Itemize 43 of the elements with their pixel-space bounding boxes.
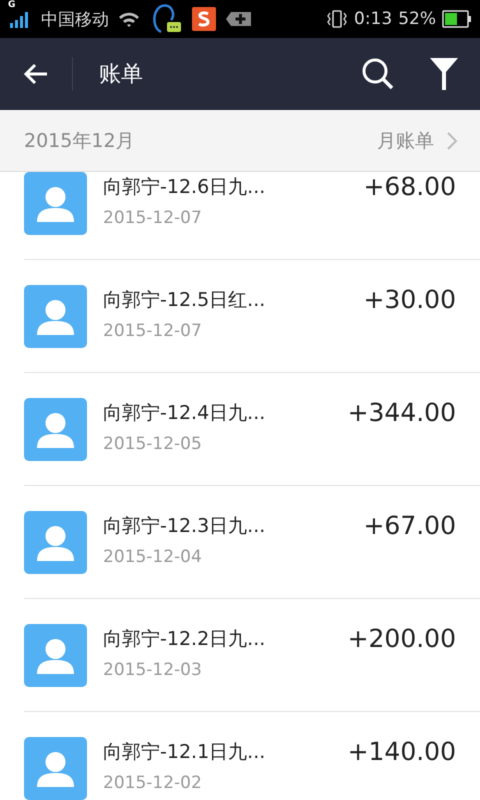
battery-percent: 52%: [398, 9, 436, 29]
bill-amount: +30.00: [363, 285, 456, 314]
back-arrow-icon: [23, 63, 49, 85]
bill-row[interactable]: 向郭宁-12.5日红... 2015-12-07 +30.00: [24, 260, 480, 373]
bill-amount: +68.00: [363, 172, 456, 201]
bill-title: 向郭宁-12.3日九...: [103, 514, 266, 539]
bill-amount: +67.00: [363, 511, 456, 540]
bill-title: 向郭宁-12.4日九...: [103, 401, 266, 426]
avatar-icon: [24, 398, 87, 461]
bill-row[interactable]: 向郭宁-12.6日九... 2015-12-07 +68.00: [24, 172, 480, 260]
bill-title: 向郭宁-12.1日九...: [103, 740, 266, 765]
bill-title: 向郭宁-12.5日红...: [103, 288, 266, 313]
month-label: 2015年12月: [24, 128, 135, 154]
vibrate-icon: [326, 9, 348, 29]
bill-date: 2015-12-07: [103, 208, 203, 228]
bill-date: 2015-12-05: [103, 434, 203, 454]
avatar-icon: [24, 624, 87, 687]
bill-title: 向郭宁-12.6日九...: [103, 175, 266, 200]
filter-icon: [430, 58, 458, 90]
clock-time: 0:13: [354, 9, 392, 29]
bill-date: 2015-12-07: [103, 321, 203, 341]
bill-date: 2015-12-04: [103, 547, 203, 567]
medical-plus-icon: [225, 10, 253, 28]
bill-date: 2015-12-02: [103, 773, 203, 793]
bill-title: 向郭宁-12.2日九...: [103, 627, 266, 652]
bill-amount: +140.00: [348, 737, 456, 766]
carrier-name: 中国移动: [41, 8, 109, 30]
avatar-icon: [24, 511, 87, 574]
bill-amount: +344.00: [348, 398, 456, 427]
page-title: 账单: [99, 61, 144, 89]
bill-date: 2015-12-03: [103, 660, 203, 680]
app-icon: [192, 7, 216, 31]
avatar-icon: [24, 285, 87, 348]
search-icon: [361, 57, 395, 91]
bill-row[interactable]: 向郭宁-12.4日九... 2015-12-05 +344.00: [24, 373, 480, 486]
bill-amount: +200.00: [348, 624, 456, 653]
bill-row[interactable]: 向郭宁-12.3日九... 2015-12-04 +67.00: [24, 486, 480, 599]
bill-row[interactable]: 向郭宁-12.2日九... 2015-12-03 +200.00: [24, 599, 480, 712]
chevron-right-icon: [446, 130, 458, 150]
bill-row[interactable]: 向郭宁-12.1日九... 2015-12-02 +140.00: [24, 712, 480, 800]
wifi-icon: [118, 10, 140, 28]
battery-icon: [442, 10, 472, 28]
network-type: G: [8, 0, 16, 10]
